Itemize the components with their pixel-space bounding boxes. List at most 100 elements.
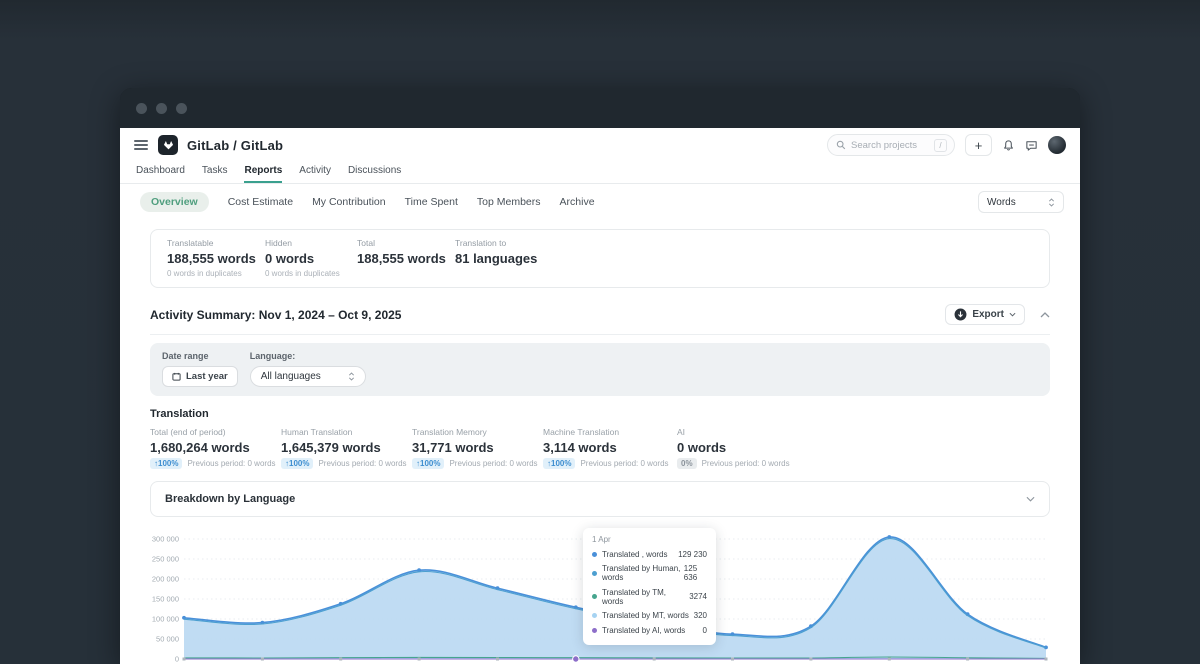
subtab-archive[interactable]: Archive bbox=[560, 196, 595, 208]
report-subtabs: Overview Cost Estimate My Contribution T… bbox=[120, 191, 1080, 213]
stat-label: Total bbox=[357, 238, 455, 248]
tooltip-value: 3274 bbox=[689, 592, 707, 601]
stat-label: Total (end of period) bbox=[150, 427, 281, 437]
chevron-down-icon bbox=[1026, 496, 1035, 502]
stat-label: AI bbox=[677, 427, 790, 437]
trend-badge: ↑100% bbox=[150, 458, 182, 469]
tab-activity[interactable]: Activity bbox=[299, 165, 331, 183]
date-range-label: Date range bbox=[162, 351, 238, 361]
stat-sub: Previous period: 0 words bbox=[702, 459, 790, 468]
calendar-icon bbox=[172, 372, 181, 381]
tab-discussions[interactable]: Discussions bbox=[348, 165, 401, 183]
tab-reports[interactable]: Reports bbox=[244, 165, 282, 183]
svg-text:150 000: 150 000 bbox=[152, 595, 179, 604]
select-caret-icon bbox=[1048, 198, 1055, 207]
subtab-top-members[interactable]: Top Members bbox=[477, 196, 541, 208]
stat-label: Translation Memory bbox=[412, 427, 543, 437]
activity-summary-title: Activity Summary: Nov 1, 2024 – Oct 9, 2… bbox=[150, 308, 401, 322]
trend-badge: ↑100% bbox=[543, 458, 575, 469]
trend-badge: ↑100% bbox=[281, 458, 313, 469]
subtab-my-contribution[interactable]: My Contribution bbox=[312, 196, 386, 208]
search-icon bbox=[836, 140, 846, 150]
stat-value: 1,680,264 words bbox=[150, 440, 281, 455]
search-box[interactable]: / bbox=[827, 134, 955, 156]
svg-text:300 000: 300 000 bbox=[152, 535, 179, 544]
series-dot bbox=[592, 594, 597, 599]
stat-sub: Previous period: 0 words bbox=[449, 459, 537, 468]
messages-chat-icon[interactable] bbox=[1025, 139, 1038, 152]
tab-tasks[interactable]: Tasks bbox=[202, 165, 228, 183]
trend-badge: ↑100% bbox=[412, 458, 444, 469]
collapse-chevron-up-icon[interactable] bbox=[1040, 312, 1050, 318]
tooltip-value: 129 230 bbox=[678, 550, 707, 559]
tooltip-date: 1 Apr bbox=[592, 535, 707, 544]
tooltip-row: Translated , words 129 230 bbox=[592, 550, 707, 559]
svg-text:200 000: 200 000 bbox=[152, 575, 179, 584]
window-titlebar bbox=[120, 88, 1080, 128]
series-dot bbox=[592, 628, 597, 633]
stat-value: 3,114 words bbox=[543, 440, 677, 455]
tooltip-label: Translated by Human, words bbox=[602, 564, 684, 582]
project-summary-card: Translatable 188,555 words 0 words in du… bbox=[150, 229, 1050, 288]
app-content: GitLab / GitLab / + bbox=[120, 128, 1080, 664]
unit-select[interactable]: Words bbox=[978, 191, 1064, 213]
tooltip-label: Translated , words bbox=[602, 550, 668, 559]
stat-sub: 0 words in duplicates bbox=[265, 269, 357, 278]
tooltip-row: Translated by AI, words 0 bbox=[592, 626, 707, 635]
series-dot bbox=[592, 552, 597, 557]
translation-stat-total: Total (end of period) 1,680,264 words ↑1… bbox=[150, 427, 281, 469]
search-input[interactable] bbox=[851, 140, 929, 151]
add-button[interactable]: + bbox=[965, 134, 992, 156]
tooltip-label: Translated by TM, words bbox=[602, 588, 689, 606]
language-label: Language: bbox=[250, 351, 366, 361]
main-tabs: Dashboard Tasks Reports Activity Discuss… bbox=[120, 160, 1080, 184]
date-range-button[interactable]: Last year bbox=[162, 366, 238, 387]
date-range-value: Last year bbox=[186, 371, 228, 382]
window-control-dot[interactable] bbox=[136, 103, 147, 114]
subtab-overview[interactable]: Overview bbox=[140, 192, 209, 212]
select-caret-icon bbox=[348, 372, 355, 381]
project-logo[interactable] bbox=[158, 135, 178, 155]
window-control-dot[interactable] bbox=[156, 103, 167, 114]
stat-value: 81 languages bbox=[455, 251, 537, 266]
translation-stat-mt: Machine Translation 3,114 words ↑100%Pre… bbox=[543, 427, 677, 469]
hamburger-menu-icon[interactable] bbox=[134, 140, 148, 150]
series-dot bbox=[592, 613, 597, 618]
section-divider bbox=[150, 334, 1050, 335]
tooltip-label: Translated by AI, words bbox=[602, 626, 685, 635]
stat-label: Machine Translation bbox=[543, 427, 677, 437]
tooltip-value: 0 bbox=[703, 626, 707, 635]
subtab-time-spent[interactable]: Time Spent bbox=[405, 196, 458, 208]
language-select[interactable]: All languages bbox=[250, 366, 366, 387]
stat-sub: 0 words in duplicates bbox=[167, 269, 265, 278]
export-label: Export bbox=[972, 309, 1004, 320]
language-select-value: All languages bbox=[261, 371, 321, 382]
browser-window: GitLab / GitLab / + bbox=[120, 88, 1080, 664]
tooltip-value: 320 bbox=[694, 611, 707, 620]
stat-total: Total 188,555 words bbox=[357, 238, 455, 278]
user-avatar[interactable] bbox=[1048, 136, 1066, 154]
language-filter-group: Language: All languages bbox=[250, 351, 366, 387]
svg-text:50 000: 50 000 bbox=[156, 635, 179, 644]
svg-text:0: 0 bbox=[175, 655, 179, 664]
unit-select-value: Words bbox=[987, 197, 1016, 208]
tab-dashboard[interactable]: Dashboard bbox=[136, 165, 185, 183]
stat-sub: Previous period: 0 words bbox=[318, 459, 406, 468]
window-control-dot[interactable] bbox=[176, 103, 187, 114]
tooltip-value: 125 636 bbox=[684, 564, 707, 582]
translation-stat-human: Human Translation 1,645,379 words ↑100%P… bbox=[281, 427, 412, 469]
date-range-group: Date range Last year bbox=[162, 351, 238, 387]
breakdown-by-language-accordion[interactable]: Breakdown by Language bbox=[150, 481, 1050, 517]
chart-tooltip: 1 Apr Translated , words 129 230 Transla… bbox=[583, 528, 716, 645]
export-button[interactable]: Export bbox=[945, 304, 1025, 325]
stat-translatable: Translatable 188,555 words 0 words in du… bbox=[167, 238, 265, 278]
subtab-cost-estimate[interactable]: Cost Estimate bbox=[228, 196, 293, 208]
series-dot bbox=[592, 571, 597, 576]
tooltip-row: Translated by TM, words 3274 bbox=[592, 588, 707, 606]
notifications-bell-icon[interactable] bbox=[1002, 139, 1015, 152]
stat-value: 31,771 words bbox=[412, 440, 543, 455]
trend-badge: 0% bbox=[677, 458, 697, 469]
activity-chart[interactable]: 300 000250 000200 000150 000100 00050 00… bbox=[150, 523, 1050, 664]
translation-section-title: Translation bbox=[150, 408, 1050, 420]
gitlab-tanuki-icon bbox=[162, 139, 175, 152]
